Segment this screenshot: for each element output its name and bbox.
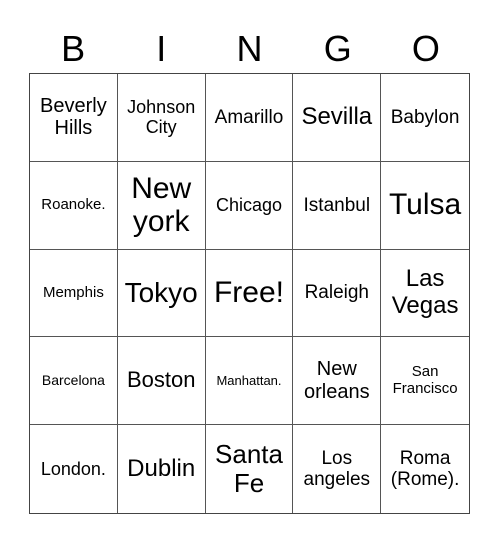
bingo-cell[interactable]: Beverly Hills xyxy=(30,74,118,162)
bingo-cell[interactable]: Babylon xyxy=(381,74,469,162)
header-letter-b: B xyxy=(61,28,86,69)
header-letter-o: O xyxy=(411,28,440,69)
bingo-cell[interactable]: Sevilla xyxy=(293,74,382,162)
header-letter-g: G xyxy=(323,28,352,69)
bingo-cell[interactable]: Tokyo xyxy=(117,249,206,338)
bingo-cell[interactable]: Las Vegas xyxy=(381,250,469,338)
bingo-cell[interactable]: San Francisco xyxy=(381,337,469,426)
bingo-cell[interactable]: Los angeles xyxy=(293,425,382,513)
free-space-cell[interactable]: Free! xyxy=(205,249,294,338)
bingo-cell[interactable]: Manhattan. xyxy=(205,337,294,426)
header-letter-i: I xyxy=(156,28,167,69)
header-letter-n: N xyxy=(236,28,263,69)
bingo-cell[interactable]: Barcelona xyxy=(30,337,118,426)
bingo-cell[interactable]: Roma (Rome). xyxy=(381,425,469,513)
bingo-cell[interactable]: Memphis xyxy=(30,249,118,338)
bingo-cell[interactable]: London. xyxy=(30,425,118,513)
bingo-cell[interactable]: Tulsa xyxy=(381,162,469,250)
bingo-cell[interactable]: Boston xyxy=(117,337,206,426)
bingo-cell[interactable]: New york xyxy=(117,161,206,250)
bingo-cell[interactable]: Chicago xyxy=(205,161,294,250)
bingo-cell[interactable]: Amarillo xyxy=(205,74,294,162)
bingo-card: Beverly Hills Johnson City Amarillo Sevi… xyxy=(29,73,470,514)
bingo-header: B I N G O xyxy=(29,26,470,72)
bingo-cell[interactable]: Dublin xyxy=(118,425,206,513)
bingo-cell[interactable]: Roanoke. xyxy=(30,161,118,250)
bingo-cell[interactable]: Johnson City xyxy=(117,74,206,162)
bingo-cell[interactable]: Istanbul xyxy=(293,161,382,250)
bingo-cell[interactable]: Santa Fe xyxy=(206,425,294,513)
bingo-cell[interactable]: New orleans xyxy=(293,337,382,426)
bingo-cell[interactable]: Raleigh xyxy=(293,249,382,338)
